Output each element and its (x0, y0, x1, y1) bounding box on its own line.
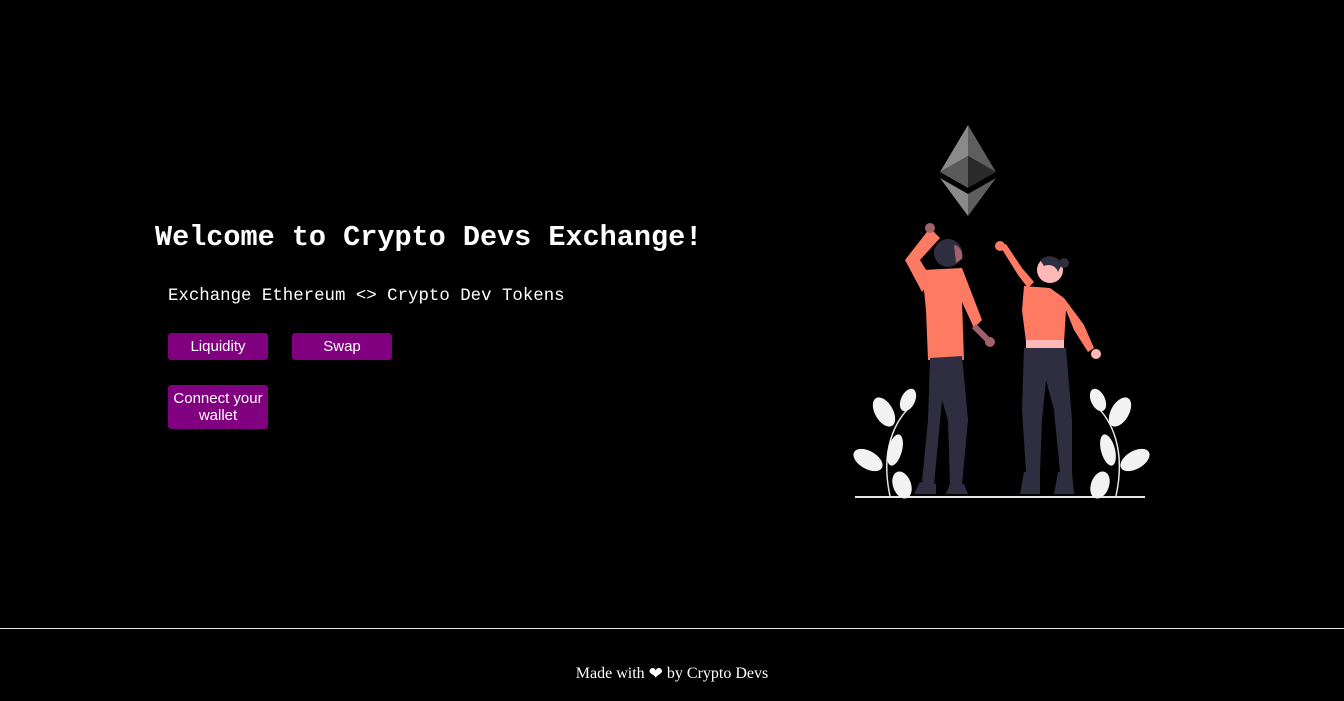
main-content: Welcome to Crypto Devs Exchange! Exchang… (0, 0, 1344, 628)
page-description: Exchange Ethereum <> Crypto Dev Tokens (168, 287, 565, 306)
footer-prefix: Made with (575, 665, 645, 682)
page-title: Welcome to Crypto Devs Exchange! (155, 221, 703, 254)
plant-icon (1089, 388, 1150, 499)
footer: Made with ❤ by Crypto Devs (0, 629, 1344, 701)
heart-icon: ❤ (648, 664, 663, 683)
celebrating-people-icon (995, 241, 1101, 494)
celebrating-people-icon (905, 223, 995, 494)
plant-icon (853, 388, 917, 499)
swap-button[interactable]: Swap (292, 333, 392, 360)
hero-illustration (853, 125, 1150, 499)
liquidity-button[interactable]: Liquidity (168, 333, 268, 360)
footer-suffix: by Crypto Devs (666, 665, 769, 682)
ethereum-logo-icon (940, 125, 996, 216)
connect-wallet-button[interactable]: Connect your wallet (168, 385, 268, 429)
